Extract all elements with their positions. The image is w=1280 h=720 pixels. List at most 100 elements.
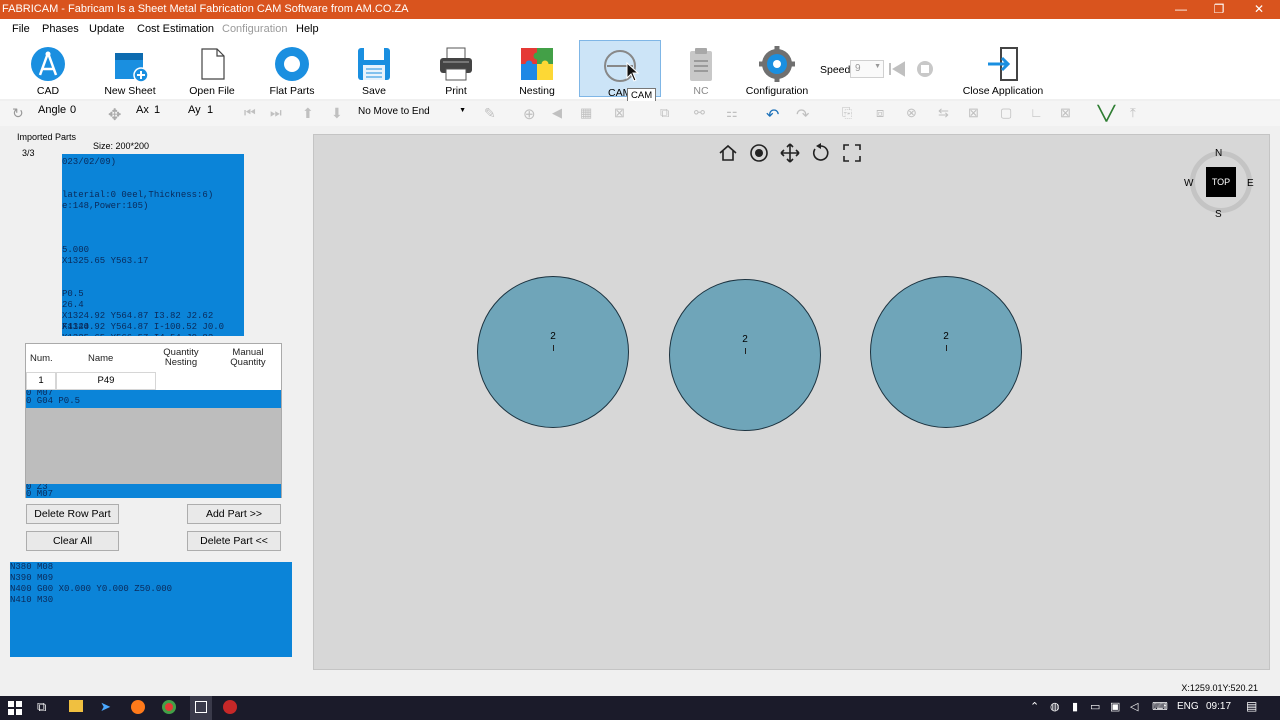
speed-select[interactable]: 9 ▼ <box>850 60 884 78</box>
table-row[interactable]: 1 P49 <box>26 372 281 390</box>
windows-start-icon[interactable] <box>8 701 22 715</box>
add-icon[interactable]: ⊕ <box>523 105 541 123</box>
menu-phases[interactable]: Phases <box>42 23 79 35</box>
menu-help[interactable]: Help <box>296 23 319 35</box>
mouse-cursor-icon <box>626 62 640 82</box>
part-circle[interactable]: 2 <box>669 279 821 431</box>
part-circle[interactable]: 2 <box>870 276 1022 428</box>
lead-line-icon[interactable]: ╲╱ <box>1098 105 1116 123</box>
menu-update[interactable]: Update <box>89 23 124 35</box>
rotate-icon[interactable]: ↻ <box>12 105 30 123</box>
maximize-button[interactable]: ❐ <box>1200 0 1238 19</box>
micro-joint-icon[interactable]: ⊠ <box>614 105 632 123</box>
ax-label: Ax <box>136 104 149 116</box>
pan-icon[interactable] <box>780 143 800 163</box>
close-application-button[interactable]: Close Application <box>960 39 1046 97</box>
view-cube-top[interactable]: TOP <box>1206 167 1236 197</box>
move-down-icon[interactable]: ⬇ <box>331 105 349 123</box>
configuration-button[interactable]: Configuration <box>740 39 814 97</box>
notification-icon[interactable]: ▤ <box>1246 699 1257 713</box>
chevron-up-icon[interactable]: ⌃ <box>1030 700 1039 713</box>
copy-icon[interactable]: ⧉ <box>660 105 678 123</box>
cad-button[interactable]: CAD <box>18 39 78 97</box>
part-circle[interactable]: 2 <box>477 276 629 428</box>
frame-icon[interactable]: ▢ <box>1000 105 1018 123</box>
home-icon[interactable] <box>718 143 738 163</box>
microphone-icon[interactable]: ▮ <box>1072 700 1078 713</box>
open-file-button[interactable]: Open File <box>182 39 242 97</box>
flat-parts-button[interactable]: Flat Parts <box>262 39 322 97</box>
save-button[interactable]: Save <box>344 39 404 97</box>
stop-icon[interactable] <box>915 59 935 79</box>
keyboard-icon[interactable]: ⌨ <box>1152 700 1168 713</box>
lead-in-icon[interactable]: ◀ <box>552 105 570 123</box>
sort-icon[interactable]: ⚏ <box>726 105 744 123</box>
delete-icon[interactable]: ⊠ <box>1060 105 1078 123</box>
reset-view-icon[interactable] <box>811 143 831 163</box>
cut-path-icon[interactable]: ⎘ <box>842 105 860 123</box>
window-title: FABRICAM - Fabricam Is a Sheet Metal Fab… <box>2 3 409 15</box>
chain-icon[interactable]: ⚯ <box>694 105 712 123</box>
nc-code-box[interactable]: N380 M08 N390 M09 N400 G00 X0.000 Y0.000 Z… <box>10 562 292 657</box>
angle-input[interactable]: 0 <box>70 104 76 122</box>
export-icon[interactable]: ⤒ <box>1130 105 1148 123</box>
menu-file[interactable]: File <box>12 23 30 35</box>
delete-part-button[interactable]: Delete Part << <box>187 531 281 551</box>
network-icon[interactable]: ◍ <box>1050 700 1060 713</box>
compass-south: S <box>1215 209 1222 220</box>
col-name: Name <box>88 353 114 364</box>
add-part-button[interactable]: Add Part >> <box>187 504 281 524</box>
language-indicator[interactable]: ENG <box>1177 701 1199 712</box>
battery-icon[interactable]: ▭ <box>1090 700 1100 713</box>
view-cube[interactable]: TOP <box>1190 151 1252 213</box>
pencil-icon[interactable]: ✎ <box>484 105 502 123</box>
nc-code-text: N380 M08 N390 M09 N400 G00 X0.000 Y0.000 Z… <box>10 562 292 606</box>
firefox-icon[interactable] <box>131 700 145 714</box>
undo-icon[interactable]: ↶ <box>766 105 784 124</box>
move-first-icon[interactable]: ⏮ <box>244 105 262 123</box>
grid-blue-strip: 0 M07 0 G04 P0.5 <box>26 390 281 408</box>
remove-path-icon[interactable]: ⊗ <box>906 105 924 123</box>
part-preview[interactable]: 023/02/09) laterial:0 0eel,Thickness:6) e:… <box>62 154 244 336</box>
move-last-icon[interactable]: ⏭ <box>270 105 288 123</box>
move-icon[interactable]: ✥ <box>108 105 126 124</box>
nc-button[interactable]: NC <box>671 39 731 97</box>
clear-all-button[interactable]: Clear All <box>26 531 119 551</box>
close-path-icon[interactable]: ⊠ <box>968 105 986 123</box>
step-back-icon[interactable] <box>887 59 907 79</box>
corner-icon[interactable]: ∟ <box>1030 105 1048 123</box>
bridge-icon[interactable]: ▦ <box>580 105 598 123</box>
display-icon[interactable]: ▣ <box>1110 700 1120 713</box>
fabricam-taskbar-item[interactable] <box>190 696 212 720</box>
minimize-button[interactable]: — <box>1162 0 1200 19</box>
menu-configuration[interactable]: Configuration <box>222 23 287 35</box>
orbit-icon[interactable] <box>749 143 769 163</box>
ax-input[interactable]: 1 <box>154 104 160 122</box>
fullscreen-icon[interactable] <box>842 143 862 163</box>
ay-input[interactable]: 1 <box>207 104 213 122</box>
mirror-icon[interactable]: ⇆ <box>938 105 956 123</box>
menu-cost-estimation[interactable]: Cost Estimation <box>137 23 214 35</box>
recorder-icon[interactable] <box>223 700 237 714</box>
chrome-icon[interactable] <box>162 700 176 714</box>
new-sheet-button[interactable]: New Sheet <box>100 39 160 97</box>
chevron-down-icon: ▼ <box>459 107 466 114</box>
preview-line: X1324.92 Y564.87 I-100.52 J0.0 <box>62 322 225 332</box>
task-view-icon[interactable]: ⧉ <box>37 699 46 715</box>
print-button[interactable]: Print <box>426 39 486 97</box>
volume-icon[interactable]: ◁ <box>1130 700 1138 713</box>
redo-icon[interactable]: ↷ <box>796 105 814 124</box>
order-icon[interactable]: ⧈ <box>876 105 894 123</box>
move-to-end-select[interactable]: No Move to End ▼ <box>356 104 468 122</box>
clock[interactable]: 09:17 <box>1206 701 1231 712</box>
file-explorer-icon[interactable] <box>69 700 83 712</box>
delete-row-part-button[interactable]: Delete Row Part <box>26 504 119 524</box>
drawing-canvas[interactable]: TOP N S E W 2 2 2 <box>313 134 1270 670</box>
telegram-icon[interactable]: ➤ <box>100 699 111 715</box>
move-up-icon[interactable]: ⬆ <box>302 105 320 123</box>
grid-bottom-strip: 0 Z3 0 M07 <box>26 484 281 498</box>
nesting-button[interactable]: Nesting <box>507 39 567 97</box>
parts-grid[interactable]: Num. Name Quantity Nesting Manual Quanti… <box>25 343 282 498</box>
close-window-button[interactable]: ✕ <box>1240 0 1278 19</box>
preview-line <box>62 212 244 223</box>
